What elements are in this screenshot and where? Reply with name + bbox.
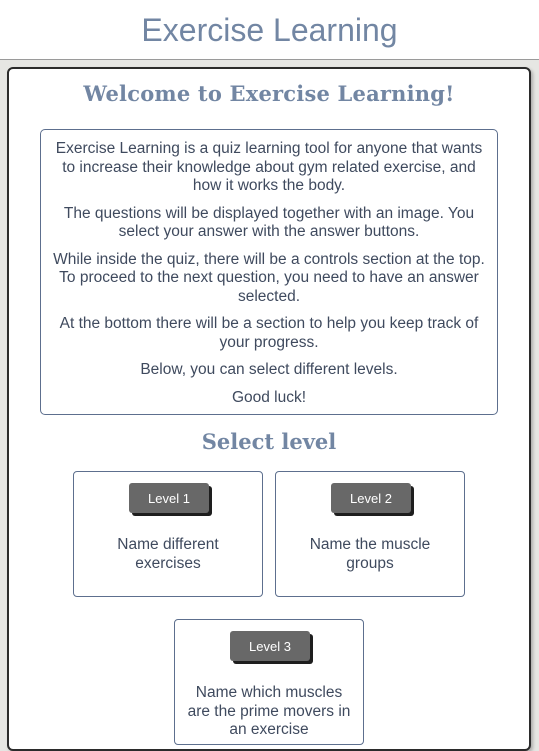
level-3-button[interactable]: Level 3 — [230, 631, 310, 661]
intro-paragraph: While inside the quiz, there will be a c… — [53, 250, 485, 305]
intro-paragraph: Exercise Learning is a quiz learning too… — [55, 140, 483, 194]
site-header: Exercise Learning — [0, 0, 539, 60]
site-title: Exercise Learning — [141, 12, 398, 48]
level-card-2: Level 2 Name the muscle groups — [275, 471, 465, 597]
level-2-button[interactable]: Level 2 — [331, 483, 411, 513]
level-2-description: Name the muscle groups — [309, 536, 431, 572]
main-panel: Welcome to Exercise Learning! Exercise L… — [7, 67, 531, 751]
level-1-description: Name different exercises — [117, 536, 219, 572]
level-card-1: Level 1 Name different exercises — [73, 471, 263, 597]
intro-paragraph: Good luck! — [231, 388, 307, 406]
welcome-heading: Welcome to Exercise Learning! — [83, 81, 455, 106]
intro-paragraph: The questions will be displayed together… — [63, 204, 475, 241]
intro-box: Exercise Learning is a quiz learning too… — [40, 129, 498, 415]
level-3-description: Name which muscles are the prime movers … — [187, 684, 351, 738]
level-card-3: Level 3 Name which muscles are the prime… — [174, 619, 364, 745]
level-1-button[interactable]: Level 1 — [129, 483, 209, 513]
intro-paragraph: Below, you can select different levels. — [140, 361, 398, 378]
intro-paragraph: At the bottom there will be a section to… — [59, 315, 479, 351]
select-level-heading: Select level — [201, 429, 337, 454]
